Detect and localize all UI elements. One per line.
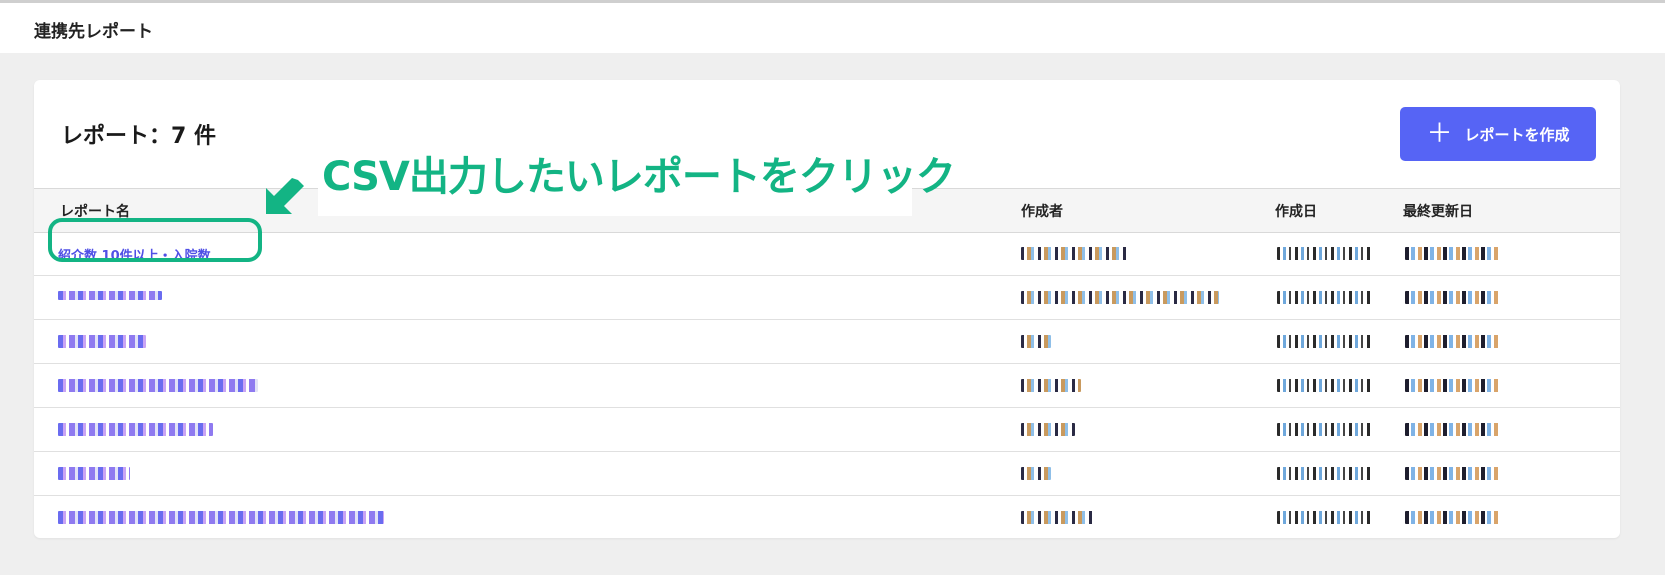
report-name-link[interactable] <box>58 335 146 348</box>
updated-date-cell <box>1405 511 1500 524</box>
created-date-cell <box>1277 291 1371 304</box>
report-name-link[interactable] <box>58 379 258 392</box>
table-row[interactable] <box>34 408 1620 452</box>
table-row[interactable]: 紹介数 10件以上・入院数 <box>34 232 1620 276</box>
author-cell <box>1021 291 1219 304</box>
table-row[interactable] <box>34 276 1620 320</box>
created-date-cell <box>1277 423 1371 436</box>
page-title: 連携先レポート <box>34 22 153 42</box>
report-name-link[interactable] <box>58 291 162 300</box>
created-date-cell <box>1277 511 1371 524</box>
column-header-author[interactable]: 作成者 <box>1021 201 1063 221</box>
column-header-updated[interactable]: 最終更新日 <box>1403 201 1473 221</box>
updated-date-cell <box>1405 247 1500 260</box>
created-date-cell <box>1277 335 1371 348</box>
created-date-cell <box>1277 379 1371 392</box>
updated-date-cell <box>1405 335 1500 348</box>
report-name-link[interactable]: 紹介数 10件以上・入院数 <box>58 245 211 264</box>
created-date-cell <box>1277 467 1371 480</box>
page-header: 連携先レポート <box>0 3 1665 53</box>
report-count-title: レポート：7 件 <box>61 124 216 149</box>
annotation-callout: CSV出力したいレポートをクリック <box>318 138 956 216</box>
table-row[interactable] <box>34 364 1620 408</box>
created-date-cell <box>1277 247 1371 260</box>
table-row[interactable] <box>34 496 1620 539</box>
report-name-link[interactable] <box>58 511 384 524</box>
create-report-label: レポートを作成 <box>1464 125 1570 144</box>
updated-date-cell <box>1405 291 1500 304</box>
table-row[interactable] <box>34 320 1620 364</box>
column-header-name[interactable]: レポート名 <box>60 201 130 221</box>
author-cell <box>1021 379 1081 392</box>
report-name-link[interactable] <box>58 467 130 480</box>
author-cell <box>1021 247 1129 260</box>
annotation-arrow-icon <box>266 178 304 214</box>
author-cell <box>1021 335 1051 348</box>
author-cell <box>1021 511 1095 524</box>
create-report-button[interactable]: ＋ レポートを作成 <box>1400 107 1596 161</box>
annotation-text: CSV出力したいレポートをクリック <box>322 154 956 200</box>
updated-date-cell <box>1405 379 1500 392</box>
table-row[interactable] <box>34 452 1620 496</box>
report-name-link[interactable] <box>58 423 213 436</box>
author-cell <box>1021 423 1075 436</box>
plus-icon: ＋ <box>1426 119 1453 149</box>
author-cell <box>1021 467 1051 480</box>
column-header-created[interactable]: 作成日 <box>1275 201 1317 221</box>
updated-date-cell <box>1405 423 1500 436</box>
updated-date-cell <box>1405 467 1500 480</box>
